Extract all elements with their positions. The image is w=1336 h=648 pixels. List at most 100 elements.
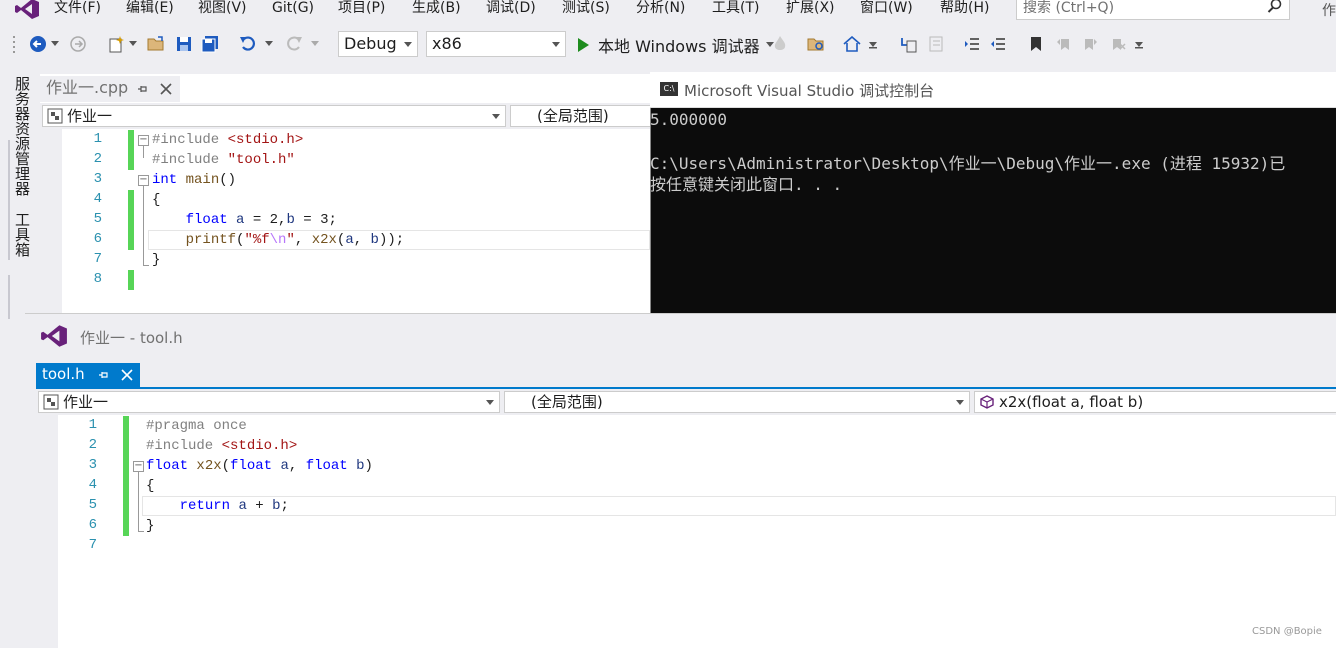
line-number: 1 (88, 417, 97, 433)
menu-view[interactable]: 视图(V) (198, 0, 247, 17)
code-line-4[interactable]: { (146, 476, 154, 496)
back-dropdown-icon[interactable] (50, 34, 60, 54)
redo-dropdown-icon[interactable] (310, 34, 320, 54)
home-icon[interactable] (842, 34, 862, 54)
visual-studio-logo-icon[interactable] (14, 0, 40, 20)
tab-title: tool.h (42, 365, 85, 383)
solution-platform-select[interactable]: x86 (426, 31, 566, 57)
collapse-toggle[interactable]: − (138, 175, 149, 186)
code-line-6[interactable]: } (146, 516, 154, 536)
console-app-icon: C:\ (660, 82, 678, 96)
menu-debug[interactable]: 调试(D) (486, 0, 536, 17)
close-icon[interactable] (160, 83, 172, 95)
window-title: 作业一 - tool.h (80, 329, 183, 347)
clear-bookmarks-icon[interactable] (1108, 34, 1128, 54)
project-combo[interactable]: 作业一 (42, 105, 506, 127)
pin-icon[interactable] (137, 83, 149, 95)
code-line-3[interactable]: float x2x(float a, float b) (146, 456, 373, 476)
menu-edit[interactable]: 编辑(E) (126, 0, 174, 17)
toolbar-overflow-icon[interactable] (866, 34, 880, 54)
menu-overflow-label[interactable]: 作 (1322, 0, 1336, 20)
scope-combo[interactable]: (全局范围) (510, 105, 650, 127)
menu-window[interactable]: 窗口(W) (860, 0, 913, 17)
tab-tool-h[interactable]: tool.h (36, 363, 140, 387)
toolbar-overflow-icon[interactable] (1132, 34, 1146, 54)
line-number: 5 (93, 211, 102, 227)
project-combo-value: 作业一 (63, 393, 109, 411)
menu-analyze[interactable]: 分析(N) (636, 0, 685, 17)
fold-guide (138, 531, 144, 532)
close-icon[interactable] (121, 369, 133, 381)
pin-icon[interactable] (98, 369, 110, 381)
new-project-icon[interactable] (106, 34, 126, 54)
dock-tab-indicator (8, 275, 10, 319)
start-debugging-button[interactable]: 本地 Windows 调试器 (576, 34, 774, 56)
toolbox-tab[interactable]: 工具箱 (12, 212, 33, 257)
tab-main-cpp[interactable]: 作业一.cpp (40, 76, 180, 102)
line-number: 4 (93, 191, 102, 207)
code-line-5[interactable]: float a = 2,b = 3; (152, 210, 337, 230)
code-line-6[interactable]: printf("%f\n", x2x(a, b)); (152, 230, 405, 250)
solution-configuration-select[interactable]: Debug (338, 31, 418, 57)
code-line-5[interactable]: return a + b; (146, 496, 289, 516)
menu-help[interactable]: 帮助(H) (940, 0, 989, 17)
search-icon[interactable] (1267, 0, 1283, 14)
fold-guide (143, 265, 149, 266)
new-dropdown-icon[interactable] (128, 34, 138, 54)
project-scope-icon (43, 394, 59, 410)
chevron-down-icon (492, 114, 500, 119)
line-number: 2 (93, 151, 102, 167)
project-combo[interactable]: 作业一 (38, 391, 500, 413)
code-line-1[interactable]: #include <stdio.h> (152, 130, 303, 150)
method-cube-icon (980, 395, 994, 409)
line-number: 7 (93, 251, 102, 267)
change-marker (128, 190, 134, 250)
current-line-highlight (142, 496, 1336, 516)
menu-tools[interactable]: 工具(T) (712, 0, 759, 17)
menu-file[interactable]: 文件(F) (54, 0, 101, 17)
menu-build[interactable]: 生成(B) (412, 0, 461, 17)
menu-test[interactable]: 测试(S) (562, 0, 610, 17)
browse-folder-icon[interactable] (806, 34, 826, 54)
breakpoints-window-icon[interactable] (926, 34, 946, 54)
debug-console-titlebar[interactable]: C:\ Microsoft Visual Studio 调试控制台 (650, 72, 1336, 108)
code-line-3[interactable]: int main() (152, 170, 236, 190)
code-line-2[interactable]: #include "tool.h" (152, 150, 295, 170)
collapse-toggle[interactable]: − (138, 135, 149, 146)
search-input[interactable]: 搜索 (Ctrl+Q) (1016, 0, 1290, 20)
hot-reload-icon[interactable] (770, 34, 790, 54)
menu-extensions[interactable]: 扩展(X) (786, 0, 835, 17)
forward-icon[interactable] (68, 34, 88, 54)
menu-project[interactable]: 项目(P) (338, 0, 385, 17)
collapse-toggle[interactable]: − (133, 461, 144, 472)
indent-icon[interactable] (962, 34, 982, 54)
previous-bookmark-icon[interactable] (1054, 34, 1074, 54)
step-into-icon[interactable] (898, 34, 918, 54)
server-explorer-tab[interactable]: 服务器资源管理器 (12, 76, 33, 196)
redo-icon[interactable] (284, 34, 304, 54)
line-number: 7 (88, 537, 97, 553)
code-line-4[interactable]: { (152, 190, 160, 210)
code-line-2[interactable]: #include <stdio.h> (146, 436, 297, 456)
console-output-line: 按任意键关闭此窗口. . . (650, 175, 843, 194)
menu-bar: 文件(F) 编辑(E) 视图(V) Git(G) 项目(P) 生成(B) 调试(… (0, 0, 1336, 24)
save-icon[interactable] (174, 34, 194, 54)
back-icon[interactable] (28, 34, 48, 54)
undo-dropdown-icon[interactable] (264, 34, 274, 54)
toolbar-grip-icon (10, 34, 18, 54)
member-combo[interactable]: x2x(float a, float b) (974, 391, 1336, 413)
open-folder-icon[interactable] (146, 34, 166, 54)
bookmark-icon[interactable] (1026, 34, 1046, 54)
code-line-7[interactable]: } (152, 250, 160, 270)
undo-icon[interactable] (238, 34, 258, 54)
outdent-icon[interactable] (988, 34, 1008, 54)
next-bookmark-icon[interactable] (1080, 34, 1100, 54)
save-all-icon[interactable] (200, 34, 220, 54)
code-line-1[interactable]: #pragma once (146, 416, 247, 436)
visual-studio-logo-icon (41, 325, 67, 347)
project-combo-value: 作业一 (67, 107, 113, 125)
line-number: 6 (93, 231, 102, 247)
scope-combo[interactable]: (全局范围) (504, 391, 970, 413)
menu-git[interactable]: Git(G) (272, 0, 314, 17)
debug-console-title: Microsoft Visual Studio 调试控制台 (684, 82, 935, 100)
